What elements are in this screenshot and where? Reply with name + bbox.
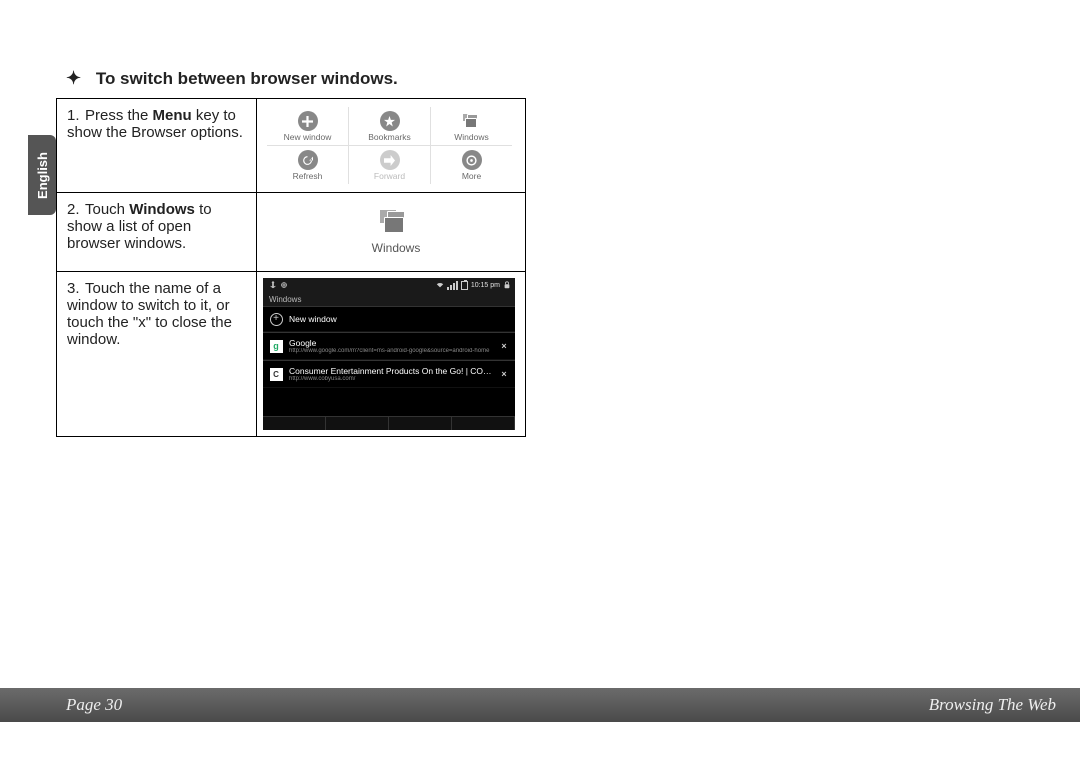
clock: 10:15 pm bbox=[471, 282, 500, 289]
softkey-bar bbox=[263, 416, 515, 430]
window-row[interactable]: C Consumer Entertainment Products On the… bbox=[263, 360, 515, 388]
step-3-text: 3.Touch the name of a window to switch t… bbox=[57, 272, 257, 437]
step-2-text: 2.Touch Windows to show a list of open b… bbox=[57, 193, 257, 272]
menu-windows[interactable]: Windows bbox=[431, 107, 512, 145]
star-icon bbox=[380, 111, 400, 131]
wifi-icon bbox=[436, 281, 444, 289]
menu-new-window[interactable]: New window bbox=[267, 107, 349, 145]
new-window-row[interactable]: + New window bbox=[263, 306, 515, 332]
coby-favicon: C bbox=[270, 368, 283, 381]
heading-text: To switch between browser windows. bbox=[96, 69, 398, 88]
section-title: Browsing The Web bbox=[929, 695, 1056, 715]
plus-icon bbox=[298, 111, 318, 131]
menu-refresh[interactable]: Refresh bbox=[267, 146, 349, 184]
refresh-icon bbox=[298, 150, 318, 170]
signal-icon bbox=[447, 281, 458, 290]
usb-icon bbox=[269, 281, 277, 289]
section-heading: ✦ To switch between browser windows. bbox=[66, 68, 398, 89]
lock-icon bbox=[503, 281, 511, 289]
step-1-text: 1.Press the Menu key to show the Browser… bbox=[57, 99, 257, 193]
windows-icon bbox=[379, 209, 413, 235]
windows-button[interactable]: Windows bbox=[277, 209, 515, 255]
status-bar: 10:15 pm bbox=[263, 278, 515, 292]
page-number: Page 30 bbox=[66, 695, 122, 715]
instruction-table: 1.Press the Menu key to show the Browser… bbox=[56, 98, 526, 437]
page-footer: Page 30 Browsing The Web bbox=[0, 688, 1080, 722]
menu-bookmarks[interactable]: Bookmarks bbox=[349, 107, 431, 145]
close-icon[interactable]: × bbox=[499, 341, 509, 351]
forward-icon bbox=[380, 150, 400, 170]
language-tab: English bbox=[28, 135, 56, 215]
windows-icon bbox=[462, 111, 482, 131]
windows-title: Windows bbox=[263, 292, 515, 306]
plus-icon: + bbox=[270, 313, 283, 326]
more-icon bbox=[462, 150, 482, 170]
device-screenshot: 10:15 pm Windows + New window g Googleht… bbox=[263, 278, 515, 430]
close-icon[interactable]: × bbox=[499, 369, 509, 379]
menu-forward: Forward bbox=[349, 146, 431, 184]
google-favicon: g bbox=[270, 340, 283, 353]
language-label: English bbox=[35, 152, 50, 199]
debug-icon bbox=[280, 281, 288, 289]
battery-icon bbox=[461, 281, 468, 290]
window-row[interactable]: g Googlehttp://www.google.com/m?client=m… bbox=[263, 332, 515, 360]
step-1-image: New window Bookmarks Windows Refresh bbox=[257, 99, 526, 193]
menu-more[interactable]: More bbox=[431, 146, 512, 184]
browser-menu: New window Bookmarks Windows Refresh bbox=[267, 107, 512, 184]
diamond-icon: ✦ bbox=[66, 68, 81, 88]
step-2-image: Windows bbox=[257, 193, 526, 272]
step-3-image: 10:15 pm Windows + New window g Googleht… bbox=[257, 272, 526, 437]
